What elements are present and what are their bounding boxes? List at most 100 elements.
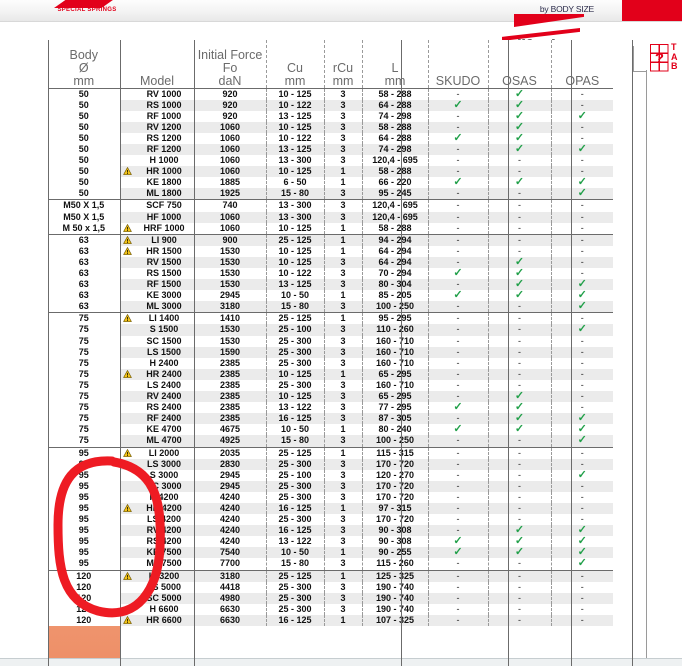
cell-cu: 10 - 125 bbox=[266, 391, 324, 402]
model-label: SC 5000 bbox=[146, 593, 181, 603]
cell-osas: - bbox=[488, 369, 551, 380]
dash-mark: - bbox=[518, 459, 521, 469]
cell-rcu: 3 bbox=[324, 347, 362, 358]
cell-cu: 10 - 125 bbox=[266, 257, 324, 268]
warning-icon bbox=[123, 224, 132, 232]
cell-length: 64 - 288 bbox=[362, 100, 428, 111]
cell-initial-force: 1885 bbox=[194, 177, 266, 188]
dash-mark: - bbox=[457, 257, 460, 267]
dash-mark: - bbox=[457, 223, 460, 233]
table-row: 75H 2400238525 - 3003160 - 710--- bbox=[48, 358, 613, 369]
model-label: SCF 750 bbox=[146, 200, 182, 210]
cell-length: 170 - 720 bbox=[362, 481, 428, 492]
cell-model: LI 900 bbox=[120, 234, 194, 246]
check-icon: ✓ bbox=[453, 424, 462, 435]
model-label: LS 1500 bbox=[147, 347, 181, 357]
cell-model: LI 3200 bbox=[120, 570, 194, 582]
cell-model: RS 1500 bbox=[120, 268, 194, 279]
check-icon: ✓ bbox=[578, 435, 587, 446]
cell-osas: - bbox=[488, 604, 551, 615]
cell-length: 58 - 288 bbox=[362, 223, 428, 235]
cell-model: RF 1200 bbox=[120, 144, 194, 155]
cell-length: 107 - 325 bbox=[362, 615, 428, 626]
check-icon: ✓ bbox=[515, 424, 524, 435]
cell-osas: - bbox=[488, 582, 551, 593]
cell-cu: 13 - 125 bbox=[266, 111, 324, 122]
table-row: 95S 3000294525 - 1003120 - 270--✓ bbox=[48, 470, 613, 481]
cell-rcu: 3 bbox=[324, 88, 362, 100]
cell-osas: - bbox=[488, 470, 551, 481]
cell-skudo: - bbox=[428, 324, 488, 335]
table-row: 75RF 2400238516 - 125387 - 305-✓✓ bbox=[48, 413, 613, 424]
cell-model: KE 3000 bbox=[120, 290, 194, 301]
warning-icon bbox=[123, 504, 132, 512]
cell-cu: 10 - 125 bbox=[266, 88, 324, 100]
table-row: 63RV 1500153010 - 125364 - 294-✓- bbox=[48, 257, 613, 268]
cell-osas: - bbox=[488, 200, 551, 212]
cell-skudo: - bbox=[428, 188, 488, 200]
dash-mark: - bbox=[581, 604, 584, 614]
check-icon: ✓ bbox=[515, 177, 524, 188]
tab-index-marker[interactable]: ? TAB bbox=[650, 44, 682, 78]
table-row: 75HR 2400238510 - 125165 - 295--- bbox=[48, 369, 613, 380]
model-label: S 1500 bbox=[150, 324, 179, 334]
cell-cu: 25 - 300 bbox=[266, 358, 324, 369]
table-row: 120SC 5000498025 - 3003190 - 740--- bbox=[48, 593, 613, 604]
cell-rcu: 3 bbox=[324, 144, 362, 155]
cell-initial-force: 4418 bbox=[194, 582, 266, 593]
cell-body-diameter: 95 bbox=[48, 536, 120, 547]
cell-length: 160 - 710 bbox=[362, 380, 428, 391]
table-row: 50HR 1000106010 - 125158 - 288--- bbox=[48, 166, 613, 177]
cell-cu: 15 - 80 bbox=[266, 435, 324, 447]
cell-rcu: 3 bbox=[324, 391, 362, 402]
cell-rcu: 3 bbox=[324, 481, 362, 492]
cell-cu: 15 - 80 bbox=[266, 188, 324, 200]
cell-rcu: 3 bbox=[324, 301, 362, 313]
cell-initial-force: 920 bbox=[194, 100, 266, 111]
cell-body-diameter: 50 bbox=[48, 100, 120, 111]
dash-mark: - bbox=[518, 615, 521, 625]
cell-opas: - bbox=[551, 582, 613, 593]
cell-model: RS 1000 bbox=[120, 100, 194, 111]
dash-mark: - bbox=[457, 604, 460, 614]
dash-mark: - bbox=[457, 380, 460, 390]
cell-skudo: - bbox=[428, 313, 488, 325]
cell-opas: - bbox=[551, 257, 613, 268]
cell-osas: - bbox=[488, 347, 551, 358]
cell-opas: - bbox=[551, 481, 613, 492]
cell-osas: - bbox=[488, 481, 551, 492]
cell-body-diameter: 95 bbox=[48, 459, 120, 470]
cell-initial-force: 6630 bbox=[194, 615, 266, 626]
dash-mark: - bbox=[581, 313, 584, 323]
dash-mark: - bbox=[457, 155, 460, 165]
dash-mark: - bbox=[518, 358, 521, 368]
hdr-force-line1: Initial Force bbox=[195, 49, 266, 62]
model-label: RV 1200 bbox=[147, 122, 182, 132]
cell-opas: ✓ bbox=[551, 435, 613, 447]
cell-body-diameter: 63 bbox=[48, 246, 120, 257]
cell-body-diameter: 75 bbox=[48, 324, 120, 335]
check-icon: ✓ bbox=[453, 402, 462, 413]
cell-body-diameter: 63 bbox=[48, 301, 120, 313]
model-label: HR 4200 bbox=[146, 503, 182, 513]
cell-length: 90 - 255 bbox=[362, 547, 428, 558]
table-row: 50H 1000106013 - 3003120,4 - 695--- bbox=[48, 155, 613, 166]
cell-cu: 13 - 125 bbox=[266, 279, 324, 290]
cell-cu: 6 - 50 bbox=[266, 177, 324, 188]
cell-length: 65 - 295 bbox=[362, 369, 428, 380]
table-row: 50RV 100092010 - 125358 - 288-✓- bbox=[48, 88, 613, 100]
cell-body-diameter: 75 bbox=[48, 391, 120, 402]
cell-opas: - bbox=[551, 200, 613, 212]
cell-body-diameter: 95 bbox=[48, 481, 120, 492]
table-row: 63HR 1500153010 - 125164 - 294--- bbox=[48, 246, 613, 257]
cell-rcu: 3 bbox=[324, 604, 362, 615]
table-row: 63ML 3000318015 - 803100 - 250--✓ bbox=[48, 301, 613, 313]
dash-mark: - bbox=[581, 155, 584, 165]
cell-osas: ✓ bbox=[488, 144, 551, 155]
table-row: 95LI 2000203525 - 1251115 - 315--- bbox=[48, 447, 613, 459]
cell-opas: - bbox=[551, 155, 613, 166]
cell-osas: - bbox=[488, 558, 551, 570]
cell-length: 58 - 288 bbox=[362, 88, 428, 100]
column-header-model: Model bbox=[120, 40, 194, 88]
cell-rcu: 1 bbox=[324, 313, 362, 325]
